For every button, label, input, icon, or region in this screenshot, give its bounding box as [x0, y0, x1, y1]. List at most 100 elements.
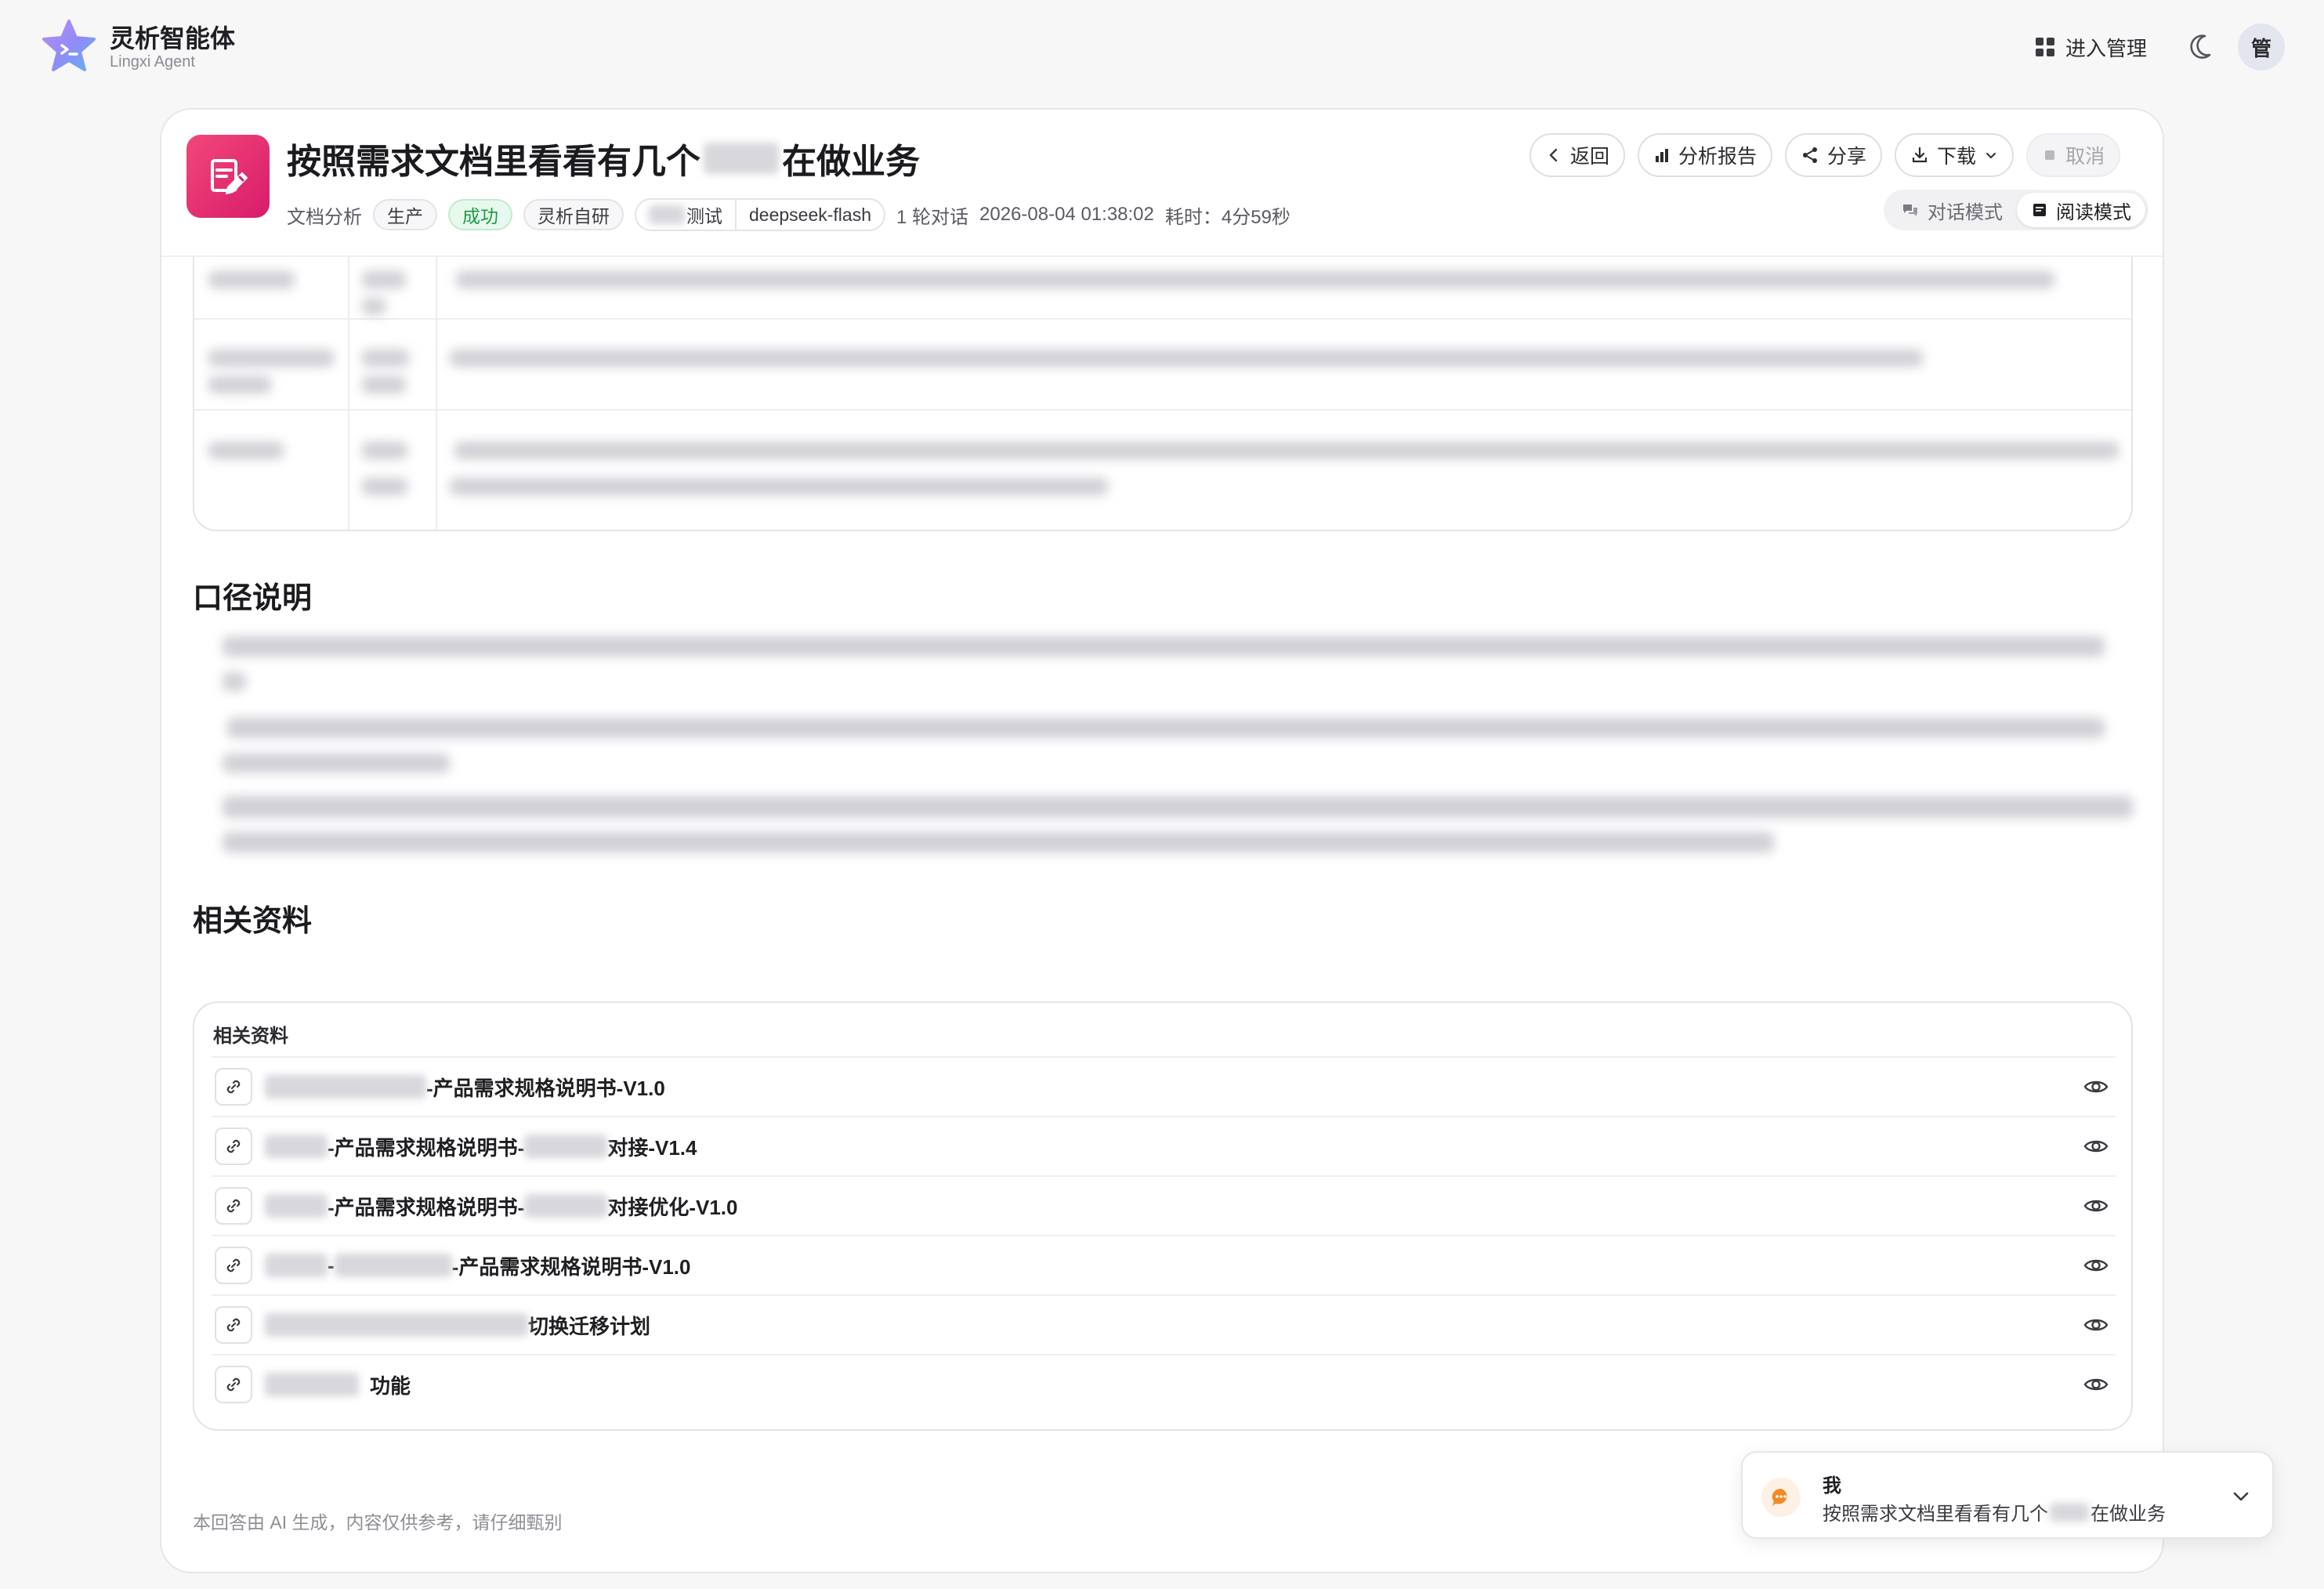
redacted-text — [704, 143, 779, 174]
model-env-tag: 测试 — [636, 200, 735, 230]
table-row — [194, 320, 2131, 411]
document-title: - -产品需求规格说明书-V1.0 — [265, 1251, 690, 1280]
list-item[interactable]: -产品需求规格说明书-V1.0 — [212, 1056, 2116, 1116]
title-suffix: 在做业务 — [782, 143, 920, 181]
admin-entry-label: 进入管理 — [2065, 36, 2148, 60]
redacted-text — [450, 349, 1923, 367]
chat-message-preview: 按照需求文档里看看有几个 在做业务 — [1823, 1502, 2166, 1525]
admin-entry-button[interactable]: 进入管理 — [2036, 31, 2147, 63]
link-icon — [215, 1128, 252, 1165]
report-button[interactable]: 分析报告 — [1638, 133, 1773, 177]
round-count: 1 轮对话 — [896, 206, 969, 228]
status-badge: 成功 — [448, 199, 512, 230]
redacted-text — [362, 478, 407, 495]
redacted-text — [208, 271, 295, 288]
source-tag: 灵析自研 — [523, 199, 624, 230]
redacted-text — [223, 672, 246, 691]
task-header: 按照需求文档里看看有几个 在做业务 文档分析 生产 成功 灵析自研 测试 dee… — [161, 110, 2163, 257]
redacted-text — [362, 349, 409, 367]
task-type: 文档分析 — [287, 206, 362, 228]
related-section-title: 相关资料 — [193, 905, 313, 938]
ai-disclaimer: 本回答由 AI 生成，内容仅供参考，请仔细甄别 — [193, 1512, 563, 1533]
table-row — [194, 411, 2131, 530]
share-icon — [1803, 147, 1818, 163]
redacted-text — [208, 376, 271, 393]
redacted-text — [223, 754, 450, 773]
redacted-text — [265, 1373, 359, 1396]
read-mode-toggle[interactable]: 阅读模式 — [2017, 193, 2145, 227]
redacted-text — [265, 1135, 328, 1158]
data-table — [193, 227, 2133, 531]
chat-user-label: 我 — [1823, 1475, 1841, 1497]
list-item[interactable]: -产品需求规格说明书- 对接优化-V1.0 — [212, 1175, 2116, 1235]
page-title: 按照需求文档里看看有几个 在做业务 — [287, 133, 920, 183]
eye-icon[interactable] — [2083, 1254, 2109, 1277]
chevron-down-icon[interactable] — [2227, 1482, 2255, 1511]
model-name-tag: deepseek-flash — [735, 200, 884, 230]
redacted-text — [456, 271, 2054, 288]
redacted-text — [362, 271, 406, 288]
stop-icon — [2045, 150, 2055, 160]
bar-chart-icon — [1656, 149, 1669, 162]
redacted-text — [208, 442, 284, 459]
share-button[interactable]: 分享 — [1785, 133, 1883, 177]
task-meta: 文档分析 生产 成功 灵析自研 测试 deepseek-flash 1 轮对话 … — [287, 197, 1291, 232]
redacted-text — [265, 1194, 328, 1218]
chat-mode-toggle[interactable]: 对话模式 — [1887, 193, 2017, 227]
eye-icon[interactable] — [2083, 1135, 2109, 1158]
back-button[interactable]: 返回 — [1529, 133, 1626, 177]
list-item[interactable]: -产品需求规格说明书- 对接-V1.4 — [212, 1116, 2116, 1175]
link-icon — [215, 1366, 252, 1403]
chevron-down-icon — [1986, 153, 1996, 159]
grid-icon — [2036, 38, 2054, 56]
chat-history-popup[interactable]: 我 按照需求文档里看看有几个 在做业务 — [1741, 1451, 2274, 1539]
analysis-card: 按照需求文档里看看有几个 在做业务 文档分析 生产 成功 灵析自研 测试 dee… — [160, 108, 2164, 1573]
read-mode-label: 阅读模式 — [2056, 201, 2131, 223]
document-title: -产品需求规格说明书-V1.0 — [265, 1073, 665, 1102]
redacted-text — [265, 1075, 426, 1099]
moon-icon[interactable] — [2185, 30, 2216, 64]
back-label: 返回 — [1570, 146, 1610, 168]
redacted-text — [362, 298, 386, 315]
redacted-text — [223, 796, 2133, 818]
logo-star-icon[interactable] — [41, 19, 97, 72]
redacted-text — [450, 478, 1108, 495]
document-icon — [2033, 204, 2046, 216]
env-tag: 生产 — [373, 199, 437, 230]
eye-icon[interactable] — [2083, 1373, 2109, 1396]
list-item[interactable]: 功能 — [212, 1354, 2116, 1413]
related-documents-panel: 相关资料 -产品需求规格说明书-V1.0 -产品需求规格说明书- 对接-V1.4 — [193, 1001, 2133, 1431]
chevron-left-icon — [1549, 148, 1558, 162]
related-panel-header: 相关资料 — [213, 1026, 288, 1047]
document-title: -产品需求规格说明书- 对接-V1.4 — [265, 1132, 697, 1161]
document-title: 功能 — [265, 1370, 411, 1399]
avatar[interactable]: 管 — [2238, 24, 2285, 71]
duration: 耗时：4分59秒 — [1164, 206, 1291, 228]
list-item[interactable]: 切换迁移计划 — [212, 1294, 2116, 1354]
app-name: 灵析智能体 — [110, 24, 236, 52]
eye-icon[interactable] — [2083, 1313, 2109, 1337]
list-item[interactable]: - -产品需求规格说明书-V1.0 — [212, 1235, 2116, 1294]
redacted-text — [524, 1194, 608, 1218]
download-icon — [1912, 147, 1928, 163]
eye-icon[interactable] — [2083, 1075, 2109, 1099]
chat-bubbles-icon — [1903, 205, 1917, 216]
download-button[interactable]: 下载 — [1895, 133, 2014, 177]
link-icon — [215, 1247, 252, 1284]
redacted-text — [223, 832, 1774, 852]
link-icon — [215, 1068, 252, 1106]
chat-bubble-icon — [1761, 1478, 1801, 1517]
redacted-text — [649, 205, 685, 224]
eye-icon[interactable] — [2083, 1194, 2109, 1218]
redacted-text — [334, 1254, 452, 1277]
chat-mode-label: 对话模式 — [1928, 201, 2003, 223]
app-subtitle: Lingxi Agent — [110, 53, 195, 71]
timestamp: 2026-08-04 01:38:02 — [979, 204, 1154, 225]
redacted-text — [454, 442, 2119, 459]
cancel-label: 取消 — [2065, 146, 2105, 168]
redacted-text — [2050, 1502, 2089, 1522]
cancel-button[interactable]: 取消 — [2026, 133, 2121, 177]
redacted-text — [208, 349, 334, 367]
document-title: -产品需求规格说明书- 对接优化-V1.0 — [265, 1192, 737, 1221]
document-title: 切换迁移计划 — [265, 1311, 650, 1340]
